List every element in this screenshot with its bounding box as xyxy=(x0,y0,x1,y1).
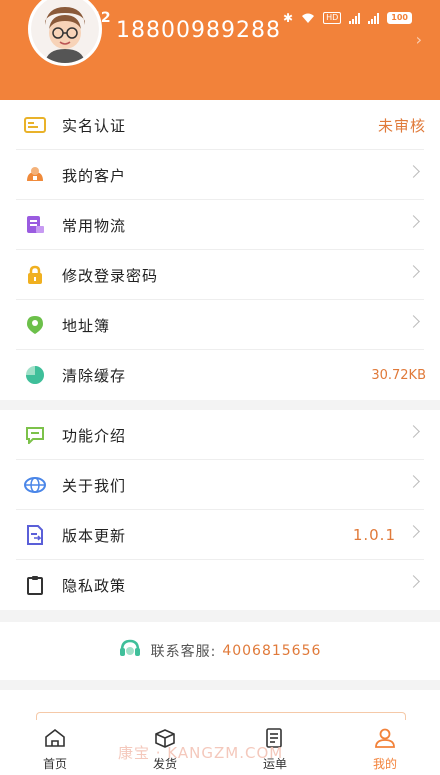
wifi-icon xyxy=(301,13,315,23)
profile-phone: 18800989288 xyxy=(116,18,281,39)
service-label: 联系客服: xyxy=(150,644,217,660)
service-phone[interactable]: 4006815656 xyxy=(222,643,321,659)
user-icon xyxy=(374,728,396,752)
bluetooth-icon: ✱ xyxy=(283,11,294,25)
chevron-right-icon xyxy=(407,475,420,488)
row-label: 功能介绍 xyxy=(62,426,127,445)
tab-label: 首页 xyxy=(42,757,67,771)
watermark: 康宝 · KANGZM.COM xyxy=(118,744,284,762)
chevron-right-icon xyxy=(407,575,420,588)
id-card-icon xyxy=(24,114,46,136)
row-change-password[interactable]: 修改登录密码 xyxy=(0,250,440,300)
tab-home[interactable]: 首页 xyxy=(0,720,110,775)
tab-label: 我的 xyxy=(372,757,397,771)
row-label: 修改登录密码 xyxy=(62,266,159,285)
customer-service-row[interactable]: 联系客服: 4006815656 xyxy=(0,622,440,680)
row-label: 常用物流 xyxy=(62,216,127,235)
auth-status-value: 未审核 xyxy=(377,116,426,135)
row-address-book[interactable]: 地址簿 xyxy=(0,300,440,350)
row-label: 清除缓存 xyxy=(62,366,127,385)
customer-icon xyxy=(24,164,46,186)
about-card: 功能介绍 关于我们 版本更新 1.0.1 隐私政策 xyxy=(0,410,440,610)
update-doc-icon xyxy=(24,524,46,546)
profile-header: 16:42 ✱ HD 100 18800989288 › xyxy=(0,0,440,100)
row-real-name-auth[interactable]: 实名认证 未审核 xyxy=(0,100,440,150)
message-icon xyxy=(24,424,46,446)
location-pin-icon xyxy=(24,314,46,336)
signal-icon xyxy=(349,12,361,24)
chevron-right-icon xyxy=(407,425,420,438)
cache-size-value: 30.72KB xyxy=(371,367,426,383)
tab-mine[interactable]: 我的 xyxy=(330,720,440,775)
row-label: 关于我们 xyxy=(62,476,127,495)
globe-icon xyxy=(24,474,46,496)
row-label: 我的客户 xyxy=(62,166,127,185)
chevron-right-icon xyxy=(407,165,420,178)
chevron-right-icon xyxy=(407,265,420,278)
logout-area xyxy=(0,690,440,733)
row-label: 版本更新 xyxy=(62,526,127,545)
row-label: 地址簿 xyxy=(62,316,111,335)
status-icons: ✱ HD 100 xyxy=(283,11,412,25)
network-type-badge: HD xyxy=(323,12,342,24)
row-privacy-policy[interactable]: 隐私政策 xyxy=(0,560,440,610)
chevron-right-icon xyxy=(407,315,420,328)
battery-icon: 100 xyxy=(387,12,412,24)
lock-icon xyxy=(24,264,46,286)
clipboard-icon xyxy=(24,574,46,596)
signal-icon-2 xyxy=(368,12,380,24)
row-version-update[interactable]: 版本更新 1.0.1 xyxy=(0,510,440,560)
pie-chart-icon xyxy=(24,364,46,386)
home-icon xyxy=(44,728,66,752)
headset-icon xyxy=(119,639,141,663)
profile-chevron-icon[interactable]: › xyxy=(416,30,422,49)
version-value: 1.0.1 xyxy=(352,526,396,544)
chevron-right-icon xyxy=(407,525,420,538)
row-label: 隐私政策 xyxy=(62,576,127,595)
avatar[interactable] xyxy=(28,0,102,66)
logistics-icon xyxy=(24,214,46,236)
row-about-us[interactable]: 关于我们 xyxy=(0,460,440,510)
row-label: 实名认证 xyxy=(62,116,127,135)
row-common-logistics[interactable]: 常用物流 xyxy=(0,200,440,250)
account-settings-card: 实名认证 未审核 我的客户 常用物流 修改登录密码 地址簿 清除缓存 30.72… xyxy=(0,100,440,400)
row-clear-cache[interactable]: 清除缓存 30.72KB xyxy=(0,350,440,400)
row-my-customers[interactable]: 我的客户 xyxy=(0,150,440,200)
row-feature-intro[interactable]: 功能介绍 xyxy=(0,410,440,460)
chevron-right-icon xyxy=(407,215,420,228)
